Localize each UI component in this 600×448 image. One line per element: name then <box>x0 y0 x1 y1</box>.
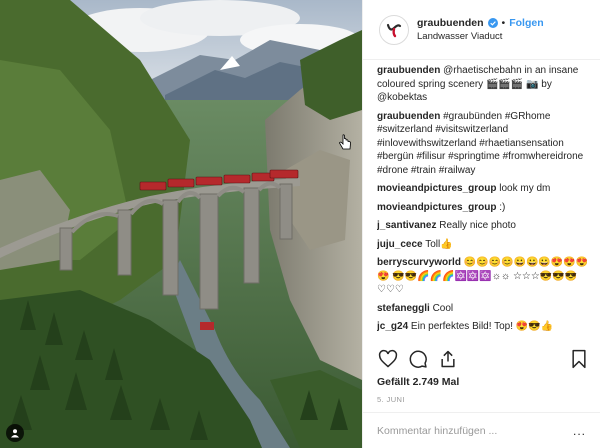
comment-username[interactable]: movieandpictures_group <box>377 183 496 194</box>
comment-icon <box>409 350 427 368</box>
separator-dot: • <box>501 16 506 29</box>
hand-cursor-icon <box>339 134 351 150</box>
verified-badge-icon <box>487 17 498 28</box>
list-item: movieandpictures_group look my dm <box>377 182 590 196</box>
comment-username[interactable]: graubuenden <box>377 111 440 122</box>
landwasser-viaduct-image <box>0 0 362 448</box>
comment-username[interactable]: graubuenden <box>377 65 440 76</box>
like-button[interactable] <box>377 348 399 370</box>
user-tag-icon[interactable] <box>6 424 24 442</box>
follow-button[interactable]: Folgen <box>509 17 543 30</box>
bookmark-icon <box>572 349 586 369</box>
add-comment-bar: ... <box>363 412 600 448</box>
post-header: graubuenden • Folgen Landwasser Viaduct <box>363 0 600 60</box>
comments-list: graubuenden @rhaetischebahn in an insane… <box>377 64 590 342</box>
comment-username[interactable]: jc_g24 <box>377 321 408 332</box>
caption-comment: graubuenden @rhaetischebahn in an insane… <box>377 64 590 105</box>
comment-input[interactable] <box>377 424 573 437</box>
list-item: j_santivanez Really nice photo <box>377 219 590 233</box>
list-item: juju_cece Toll👍 <box>377 238 590 252</box>
comment-text: Ein perfektes Bild! Top! 😍😎👍 <box>410 321 554 332</box>
post-photo[interactable] <box>0 0 362 448</box>
comment-username[interactable]: stefaneggli <box>377 303 430 314</box>
comment-text: look my dm <box>499 183 551 194</box>
heart-icon <box>378 349 398 368</box>
more-options-icon[interactable]: ... <box>573 424 586 438</box>
avatar[interactable] <box>379 14 409 45</box>
header-username[interactable]: graubuenden <box>417 17 484 30</box>
comment-button[interactable] <box>407 348 429 370</box>
comment-username[interactable]: movieandpictures_group <box>377 202 496 213</box>
comment-text: Really nice photo <box>439 220 516 231</box>
action-bar <box>377 346 590 372</box>
comment-username[interactable]: juju_cece <box>377 239 423 250</box>
post-date: 5. JUNI <box>377 395 405 404</box>
list-item: berryscurvyworld 😊😊😊😊😀😀😀😍😍😍😍 😎😎🌈🌈🌈🔯🔯🔯☼☼ … <box>377 256 590 297</box>
list-item: movieandpictures_group :) <box>377 201 590 215</box>
post-side-panel: graubuenden • Folgen Landwasser Viaduct … <box>362 0 600 448</box>
list-item: stefaneggli Cool <box>377 302 590 316</box>
save-button[interactable] <box>568 348 590 370</box>
comment-username[interactable]: j_santivanez <box>377 220 436 231</box>
comment-username[interactable]: berryscurvyworld <box>377 257 461 268</box>
list-item: jc_g24 Ein perfektes Bild! Top! 😍😎👍 <box>377 320 590 334</box>
like-count[interactable]: Gefällt 2.749 Mal <box>377 376 459 388</box>
comment-text: Toll👍 <box>425 238 453 250</box>
share-button[interactable] <box>437 348 459 370</box>
share-icon <box>441 350 455 368</box>
comment-text: :) <box>499 201 506 213</box>
graubuenden-logo-icon <box>386 23 402 37</box>
hashtag-comment: graubuenden #graubünden #GRhome #switzer… <box>377 110 590 178</box>
location-link[interactable]: Landwasser Viaduct <box>417 31 544 42</box>
comment-text: Cool <box>432 302 454 314</box>
